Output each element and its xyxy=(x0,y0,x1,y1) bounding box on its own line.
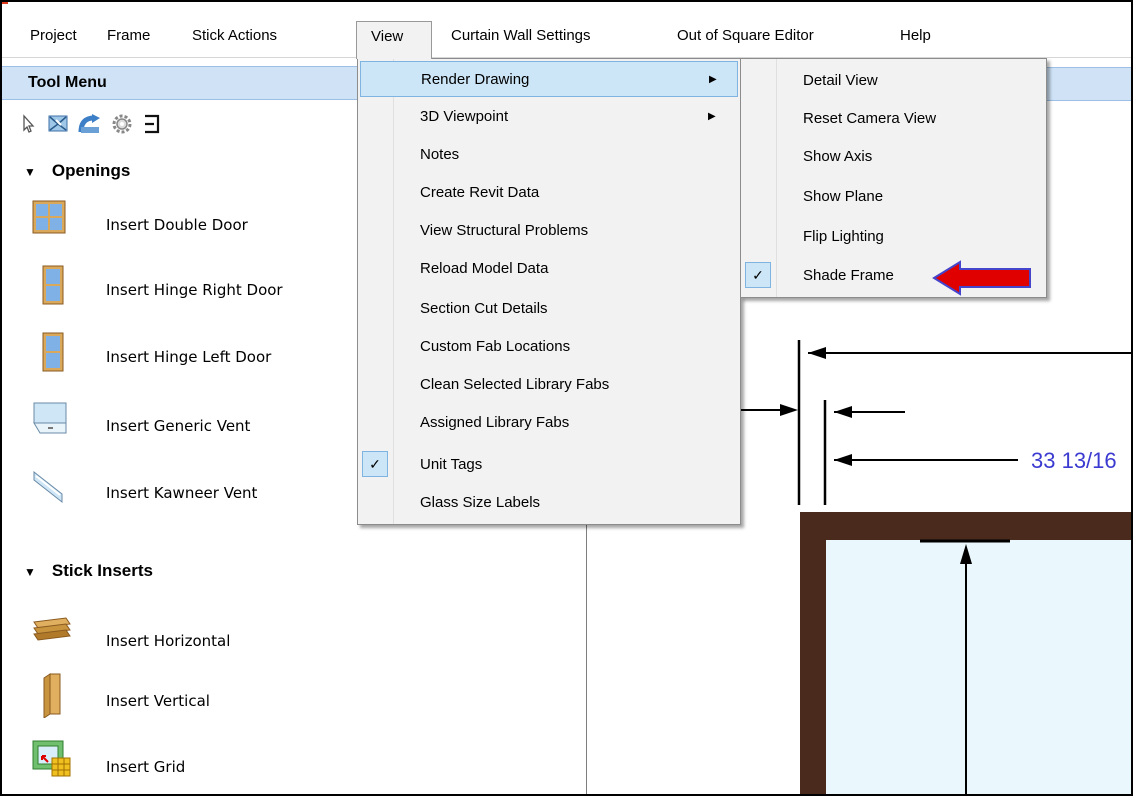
menu-item-render-drawing[interactable]: Render Drawing ▶ xyxy=(360,61,738,97)
menu-item-label: Notes xyxy=(420,146,460,163)
menu-item-show-plane[interactable]: Show Plane xyxy=(743,179,1044,215)
dimension-label: 33 13/16 xyxy=(1031,448,1117,473)
menu-item-glass-size-labels[interactable]: Glass Size Labels xyxy=(360,485,738,521)
checkmark-icon: ✓ xyxy=(745,262,771,288)
menu-item-label: Custom Fab Locations xyxy=(420,338,571,355)
menu-item-label: Render Drawing xyxy=(421,71,530,88)
menu-item-detail-view[interactable]: Detail View xyxy=(743,63,1044,99)
menu-item-label: 3D Viewpoint xyxy=(420,108,509,125)
dimension-arrowhead xyxy=(808,347,826,359)
menu-item-reload-model-data[interactable]: Reload Model Data xyxy=(360,251,738,287)
red-arrow-annotation xyxy=(932,260,1031,296)
menu-item-label: Flip Lighting xyxy=(803,228,884,245)
menu-item-flip-lighting[interactable]: Flip Lighting xyxy=(743,219,1044,255)
dimension-arrowhead xyxy=(834,454,852,466)
glass-pane[interactable] xyxy=(826,540,1131,794)
app-icon-corner xyxy=(0,0,8,4)
menu-item-show-axis[interactable]: Show Axis xyxy=(743,139,1044,175)
submenu-arrow-icon: ▶ xyxy=(709,74,717,85)
menu-item-assigned-library-fabs[interactable]: Assigned Library Fabs xyxy=(360,405,738,441)
dimension-arrowhead xyxy=(834,406,852,418)
menu-item-section-cut-details[interactable]: Section Cut Details xyxy=(360,291,738,327)
menu-item-notes[interactable]: Notes xyxy=(360,137,738,173)
submenu-arrow-icon: ▶ xyxy=(708,111,716,122)
dimension-arrowhead xyxy=(780,404,798,416)
menu-item-label: Show Plane xyxy=(803,188,884,205)
menu-item-label: Reset Camera View xyxy=(803,110,937,127)
menu-item-clean-selected-library-fabs[interactable]: Clean Selected Library Fabs xyxy=(360,367,738,403)
menu-item-reset-camera-view[interactable]: Reset Camera View xyxy=(743,101,1044,137)
menu-item-view-structural-problems[interactable]: View Structural Problems xyxy=(360,213,738,249)
menu-item-label: Glass Size Labels xyxy=(420,494,541,511)
menu-item-label: Shade Frame xyxy=(803,267,894,284)
menu-item-label: View Structural Problems xyxy=(420,222,589,239)
menu-item-label: Reload Model Data xyxy=(420,260,549,277)
menu-item-label: Detail View xyxy=(803,72,878,89)
menu-item-label: Show Axis xyxy=(803,148,873,165)
menu-item-label: Clean Selected Library Fabs xyxy=(420,376,610,393)
menu-item-label: Create Revit Data xyxy=(420,184,540,201)
menu-item-label: Section Cut Details xyxy=(420,300,548,317)
menu-item-3d-viewpoint[interactable]: 3D Viewpoint ▶ xyxy=(360,99,738,135)
view-menu-dropdown: Render Drawing ▶ 3D Viewpoint ▶ Notes Cr… xyxy=(357,58,741,525)
menu-item-create-revit-data[interactable]: Create Revit Data xyxy=(360,175,738,211)
menu-item-unit-tags[interactable]: ✓ Unit Tags xyxy=(360,447,738,483)
menu-item-custom-fab-locations[interactable]: Custom Fab Locations xyxy=(360,329,738,365)
checkmark-icon: ✓ xyxy=(362,451,388,477)
menu-item-label: Assigned Library Fabs xyxy=(420,414,570,431)
menu-view[interactable]: View xyxy=(356,21,432,59)
menu-item-label: Unit Tags xyxy=(420,456,483,473)
